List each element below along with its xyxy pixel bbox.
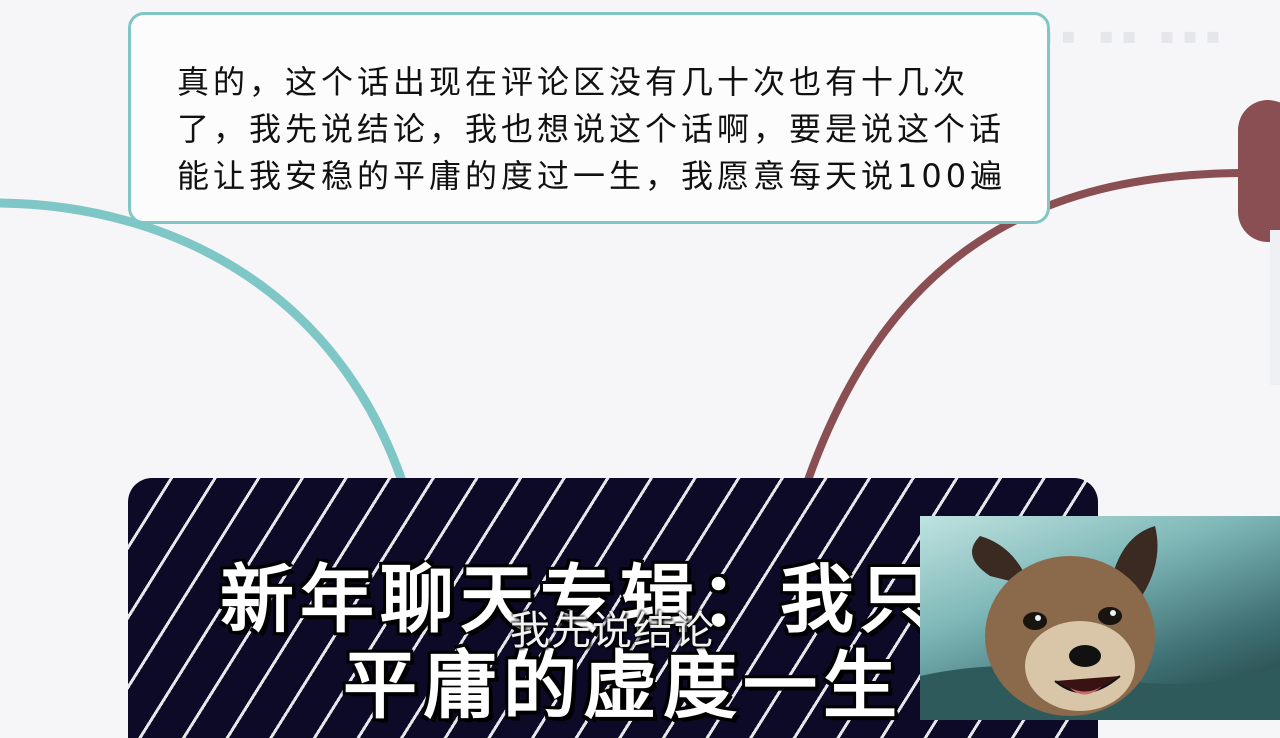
- side-panel-edge: [1270, 230, 1280, 385]
- quote-line: 能让我安稳的平庸的度过一生，我愿意每天说100遍: [177, 157, 1007, 195]
- side-mindmap-node: [1238, 100, 1280, 242]
- teal-connector-curve: [0, 198, 410, 495]
- subtitle-caption: 我先说结论: [510, 608, 715, 654]
- dog-illustration: [920, 526, 1280, 720]
- dog-photo: [920, 516, 1280, 720]
- quote-line: 真的，这个话出现在评论区没有几十次也有十几次: [177, 63, 970, 101]
- quote-line: 了，我先说结论，我也想说这个话啊，要是说这个话: [177, 110, 1006, 148]
- quote-node: 真的，这个话出现在评论区没有几十次也有十几次 了，我先说结论，我也想说这个话啊，…: [128, 12, 1050, 224]
